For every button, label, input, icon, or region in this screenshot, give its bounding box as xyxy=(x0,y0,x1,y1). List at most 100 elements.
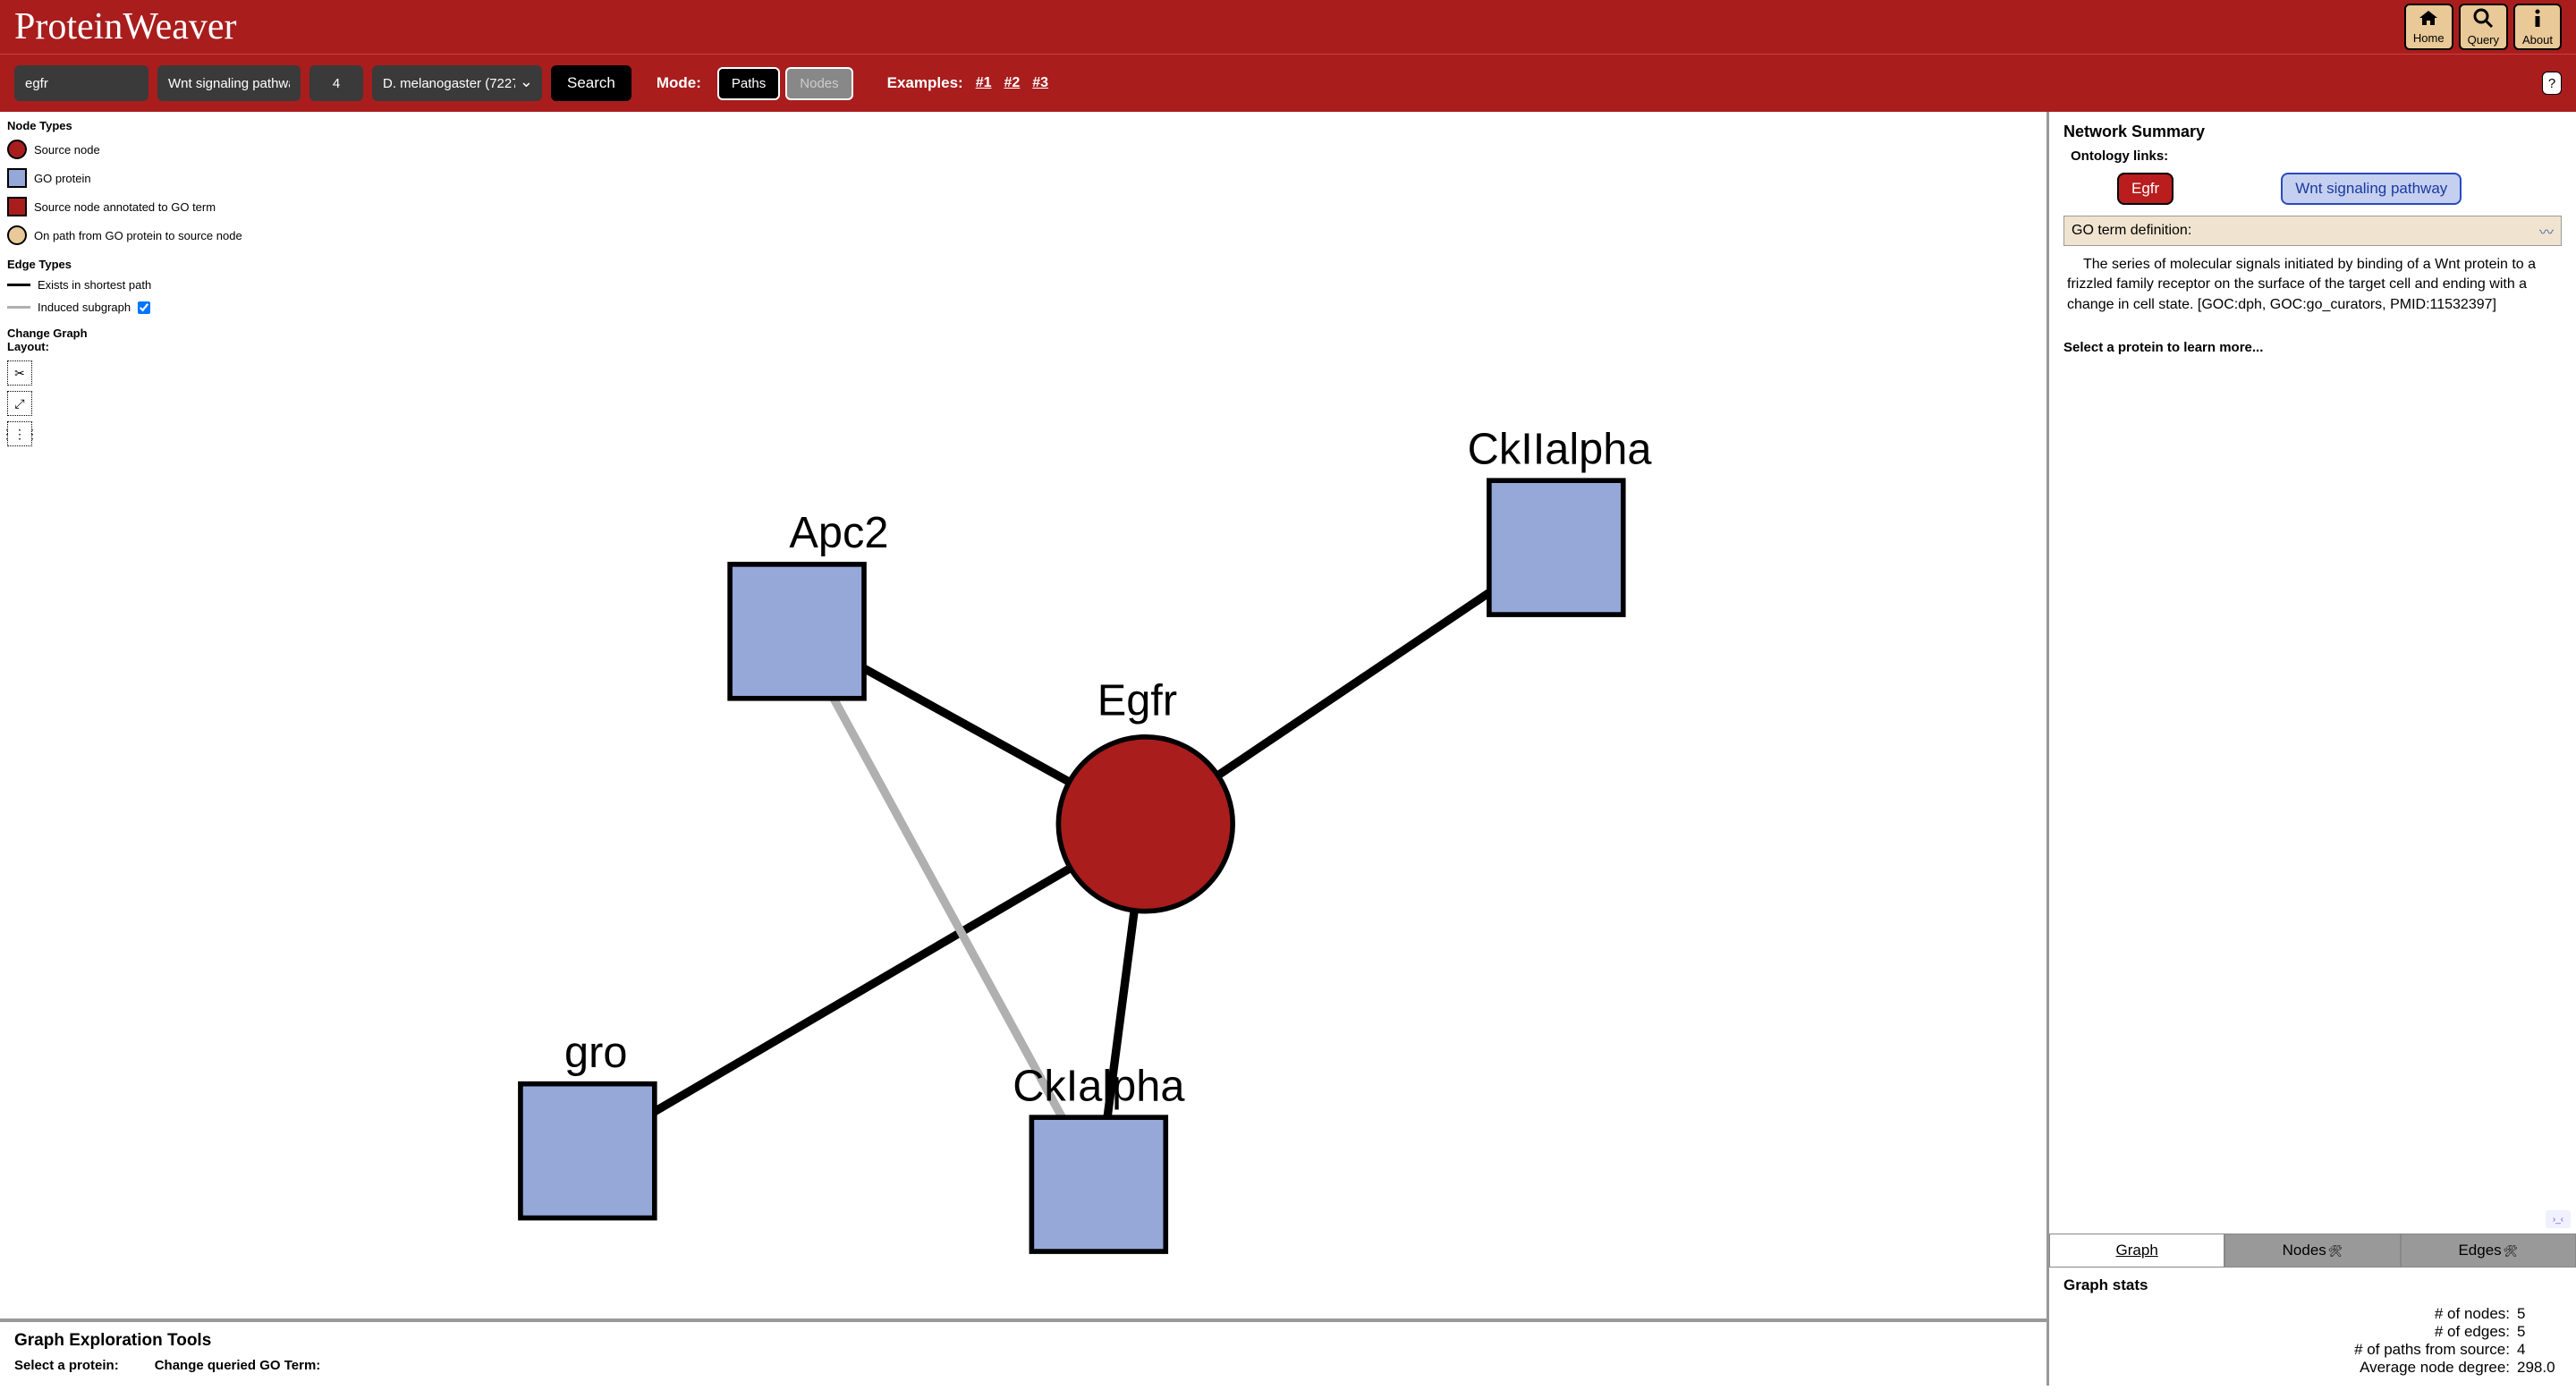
select-protein-label: Select a protein: xyxy=(14,1358,119,1373)
ontology-source-link[interactable]: Egfr xyxy=(2117,173,2174,205)
mode-paths-button[interactable]: Paths xyxy=(717,67,780,100)
legend-go-protein: GO protein xyxy=(7,168,242,188)
tab-edges[interactable]: Edges🛠 xyxy=(2401,1234,2576,1268)
tab-nodes[interactable]: Nodes🛠 xyxy=(2224,1234,2400,1268)
scissors-icon: ✂ xyxy=(14,366,25,381)
layout-expand-button[interactable]: ⤢ xyxy=(7,391,32,416)
node-apc2[interactable] xyxy=(730,564,864,699)
mode-label: Mode: xyxy=(657,74,701,92)
examples-label: Examples: xyxy=(887,74,963,92)
protein-input[interactable] xyxy=(14,65,148,101)
help-button[interactable]: ? xyxy=(2542,72,2562,95)
shortest-edge-icon xyxy=(7,284,30,286)
k-input[interactable] xyxy=(309,65,363,101)
source-node-icon xyxy=(7,140,27,159)
tab-graph[interactable]: Graph xyxy=(2049,1234,2224,1268)
search-icon xyxy=(2472,7,2494,33)
home-label: Home xyxy=(2413,31,2445,45)
legend-label: On path from GO protein to source node xyxy=(34,229,242,242)
induced-subgraph-checkbox[interactable] xyxy=(138,301,150,314)
summary-title: Network Summary xyxy=(2063,123,2562,141)
stat-value: 5 xyxy=(2517,1305,2562,1323)
mode-toggle: Paths Nodes xyxy=(717,67,853,100)
stats-title: Graph stats xyxy=(2063,1276,2562,1294)
example-2-link[interactable]: #2 xyxy=(1004,75,1020,91)
exploration-tools: Graph Exploration Tools Select a protein… xyxy=(0,1318,2046,1386)
layout-title: Change Graph Layout: xyxy=(7,326,97,353)
node-label: gro xyxy=(564,1029,627,1077)
legend-label: GO protein xyxy=(34,172,91,185)
node-label: Egfr xyxy=(1097,677,1177,725)
node-ck1alpha[interactable] xyxy=(1031,1117,1165,1251)
layout-grid-button[interactable]: ⋮⋮⋮ xyxy=(7,421,32,446)
legend-label: Induced subgraph xyxy=(38,301,131,314)
stat-row-nodes: # of nodes: 5 xyxy=(2354,1305,2562,1323)
ontology-links: Egfr Wnt signaling pathway xyxy=(2117,173,2562,205)
legend: Node Types Source node GO protein Source… xyxy=(7,119,242,446)
edge-types-title: Edge Types xyxy=(7,258,242,271)
change-go-label: Change queried GO Term: xyxy=(155,1358,321,1373)
stat-row-paths: # of paths from source: 4 xyxy=(2354,1341,2562,1359)
example-3-link[interactable]: #3 xyxy=(1032,75,1048,91)
legend-on-path: On path from GO protein to source node xyxy=(7,225,242,245)
stat-row-degree: Average node degree: 298.0 xyxy=(2354,1359,2562,1377)
tab-edges-label: Edges xyxy=(2458,1242,2501,1259)
mode-nodes-button[interactable]: Nodes xyxy=(785,67,852,100)
ontology-go-link[interactable]: Wnt signaling pathway xyxy=(2281,173,2462,205)
search-button[interactable]: Search xyxy=(551,65,631,101)
legend-label: Source node xyxy=(34,143,100,157)
legend-label: Exists in shortest path xyxy=(38,278,151,292)
go-term-input[interactable] xyxy=(157,65,301,101)
tools-icon: 🛠 xyxy=(2504,1244,2519,1258)
node-ck2alpha[interactable] xyxy=(1489,480,1623,615)
legend-label: Source node annotated to GO term xyxy=(34,200,216,214)
tools-icon: 🛠 xyxy=(2328,1244,2343,1258)
legend-induced-edge: Induced subgraph xyxy=(7,301,242,314)
main-area: Node Types Source node GO protein Source… xyxy=(0,112,2576,1386)
info-icon xyxy=(2527,7,2548,33)
expand-icon: ⤢ xyxy=(14,396,24,411)
home-button[interactable]: Home xyxy=(2404,4,2453,50)
layout-cut-button[interactable]: ✂ xyxy=(7,360,32,386)
stats-section: Graph stats # of nodes: 5 # of edges: 5 … xyxy=(2049,1268,2576,1386)
query-toolbar: D. melanogaster (7227) Search Mode: Path… xyxy=(0,55,2576,112)
summary-section: Network Summary Ontology links: Egfr Wnt… xyxy=(2049,112,2576,1234)
select-protein-msg: Select a protein to learn more... xyxy=(2063,340,2562,355)
induced-edge-icon xyxy=(7,306,30,309)
app-header: ProteinWeaver Home Query About xyxy=(0,0,2576,55)
node-label: CkIIalpha xyxy=(1468,425,1653,473)
grid-icon: ⋮⋮⋮ xyxy=(1,427,38,442)
stat-label: # of paths from source: xyxy=(2354,1341,2510,1359)
ontology-label: Ontology links: xyxy=(2071,148,2562,164)
home-icon xyxy=(2418,9,2439,31)
node-label: CkIalpha xyxy=(1013,1062,1185,1110)
stat-label: # of edges: xyxy=(2435,1323,2510,1341)
collapse-icon: 〰 xyxy=(2539,220,2554,242)
graph-area[interactable]: Node Types Source node GO protein Source… xyxy=(0,112,2046,1318)
network-graph[interactable]: Apc2 CkIIalpha CkIalpha gro Egfr xyxy=(0,112,2046,1318)
legend-source-go: Source node annotated to GO term xyxy=(7,197,242,216)
node-types-title: Node Types xyxy=(7,119,242,132)
left-panel: Node Types Source node GO protein Source… xyxy=(0,112,2048,1386)
detail-tabs: Graph Nodes🛠 Edges🛠 xyxy=(2049,1234,2576,1268)
species-select-wrap: D. melanogaster (7227) xyxy=(372,65,542,101)
app-logo: ProteinWeaver xyxy=(14,5,237,48)
query-button[interactable]: Query xyxy=(2459,4,2508,50)
about-button[interactable]: About xyxy=(2513,4,2562,50)
exploration-title: Graph Exploration Tools xyxy=(14,1331,2032,1351)
node-gro[interactable] xyxy=(521,1084,655,1218)
example-1-link[interactable]: #1 xyxy=(976,75,992,91)
stat-value: 5 xyxy=(2517,1323,2562,1341)
right-panel: Network Summary Ontology links: Egfr Wnt… xyxy=(2048,112,2576,1386)
query-label: Query xyxy=(2468,33,2499,47)
source-go-icon xyxy=(7,197,27,216)
go-def-header[interactable]: GO term definition: 〰 xyxy=(2063,216,2562,246)
legend-shortest-edge: Exists in shortest path xyxy=(7,278,242,292)
go-def-header-label: GO term definition: xyxy=(2072,223,2191,239)
stat-label: Average node degree: xyxy=(2360,1359,2510,1377)
species-select[interactable]: D. melanogaster (7227) xyxy=(372,65,542,101)
node-egfr[interactable] xyxy=(1058,737,1233,911)
legend-source-node: Source node xyxy=(7,140,242,159)
stats-table: # of nodes: 5 # of edges: 5 # of paths f… xyxy=(2354,1305,2562,1377)
on-path-icon xyxy=(7,225,27,245)
